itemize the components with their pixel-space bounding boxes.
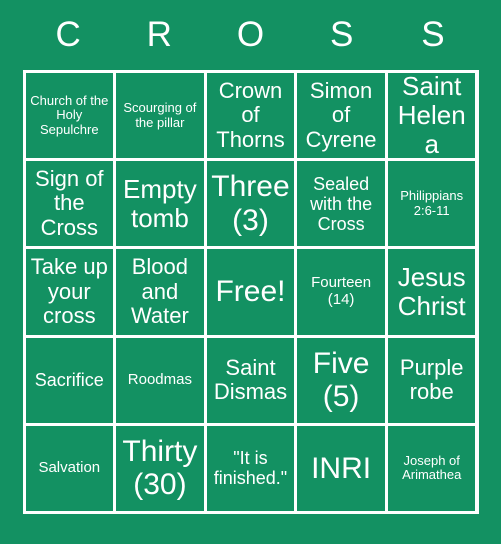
bingo-cell[interactable]: Purple robe (387, 337, 476, 423)
bingo-card: C R O S S Church of the Holy Sepulchre Sc… (0, 0, 501, 544)
bingo-cell[interactable]: Take up your cross (25, 249, 114, 335)
bingo-header: C R O S S (23, 0, 479, 70)
bingo-cell[interactable]: Saint Dismas (206, 337, 295, 423)
bingo-cell[interactable]: Sealed with the Cross (297, 161, 385, 247)
bingo-free-space[interactable]: Free! (206, 249, 295, 335)
bingo-cell[interactable]: Crown of Thorns (206, 73, 295, 159)
bingo-cell[interactable]: "It is finished." (206, 425, 295, 511)
bingo-cell[interactable]: Sign of the Cross (25, 161, 114, 247)
bingo-cell[interactable]: Empty tomb (116, 161, 204, 247)
bingo-cell[interactable]: Roodmas (116, 337, 204, 423)
bingo-cell[interactable]: Blood and Water (116, 249, 204, 335)
bingo-cell[interactable]: Sacrifice (25, 337, 114, 423)
bingo-cell[interactable]: Simon of Cyrene (297, 73, 385, 159)
bingo-cell[interactable]: Salvation (25, 425, 114, 511)
bingo-cell[interactable]: Joseph of Arimathea (387, 425, 476, 511)
header-letter-4: S (330, 15, 354, 54)
bingo-cell[interactable]: Jesus Christ (387, 249, 476, 335)
bingo-cell[interactable]: Thirty (30) (116, 425, 204, 511)
bingo-cell[interactable]: Fourteen (14) (297, 249, 385, 335)
bingo-cell[interactable]: INRI (297, 425, 385, 511)
bingo-cell[interactable]: Saint Helena (387, 73, 476, 159)
bingo-cell[interactable]: Three (3) (206, 161, 295, 247)
bingo-cell[interactable]: Scourging of the pillar (116, 73, 204, 159)
bingo-grid: Church of the Holy Sepulchre Scourging of… (22, 70, 479, 514)
bingo-cell[interactable]: Five (5) (297, 337, 385, 423)
header-letter-3: O (236, 15, 265, 54)
bingo-cell[interactable]: Philippians 2:6-11 (387, 161, 476, 247)
bingo-cell[interactable]: Church of the Holy Sepulchre (25, 73, 114, 159)
header-letter-2: R (146, 15, 172, 54)
header-letter-1: C (55, 15, 81, 54)
header-letter-5: S (421, 15, 445, 54)
